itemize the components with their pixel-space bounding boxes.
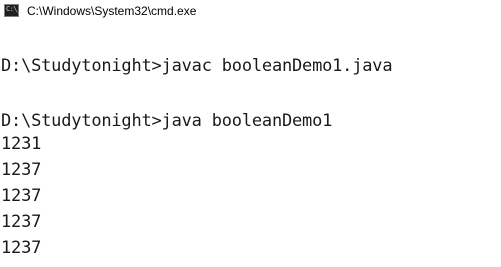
- console-line-command-javac: D:\Studytonight>javac booleanDemo1.java: [1, 56, 393, 76]
- console-line-output: 1237: [1, 160, 42, 180]
- console-line-output: 1237: [1, 186, 42, 206]
- console-line-output: 1237: [1, 212, 42, 232]
- console-line-output: 1237: [1, 238, 42, 258]
- console-line-command-java: D:\Studytonight>java booleanDemo1: [1, 111, 333, 131]
- title-bar[interactable]: C:\_ C:\Windows\System32\cmd.exe: [0, 0, 501, 22]
- console-output-area[interactable]: D:\Studytonight>javac booleanDemo1.java …: [0, 22, 501, 267]
- cmd-console-icon[interactable]: C:\_: [4, 4, 21, 17]
- console-line-output: 1231: [1, 134, 42, 154]
- cmd-icon-glyph: C:\_: [6, 5, 21, 13]
- cmd-window: C:\_ C:\Windows\System32\cmd.exe D:\Stud…: [0, 0, 501, 267]
- window-title: C:\Windows\System32\cmd.exe: [27, 4, 197, 18]
